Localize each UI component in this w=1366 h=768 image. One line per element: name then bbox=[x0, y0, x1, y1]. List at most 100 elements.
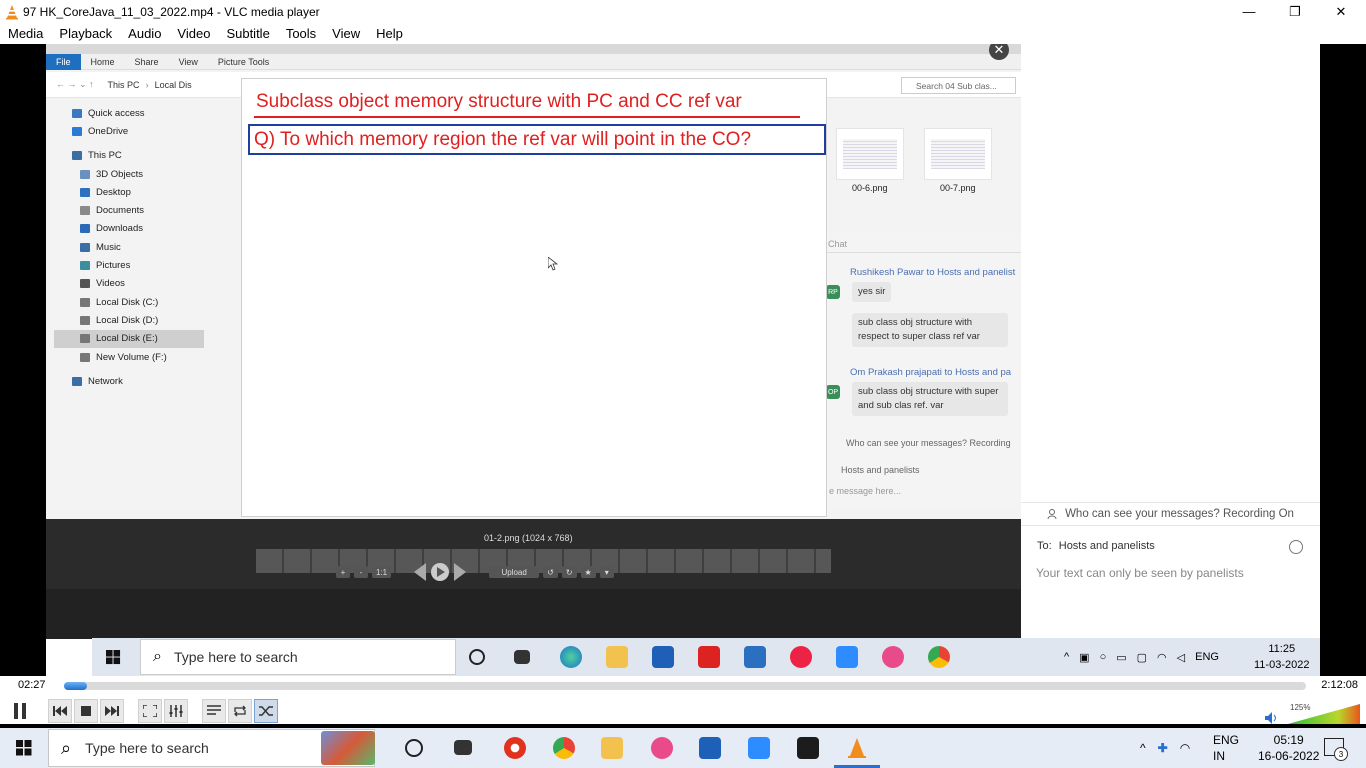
emoji-icon bbox=[1289, 540, 1303, 554]
menu-help[interactable]: Help bbox=[368, 26, 411, 41]
tray-chevron-icon[interactable]: ^ bbox=[1140, 741, 1146, 755]
video-area[interactable]: File Home Share View Picture Tools ← → ⌄… bbox=[0, 44, 1366, 676]
restore-button[interactable]: ❐ bbox=[1272, 0, 1318, 23]
recorded-search-box: ⌕ Type here to search bbox=[140, 639, 456, 675]
explorer-ribbon: File Home Share View Picture Tools bbox=[46, 53, 1021, 70]
window-title: 97 HK_CoreJava_11_03_2022.mp4 - VLC medi… bbox=[23, 4, 320, 19]
taskbar-clock[interactable]: 05:19 16-06-2022 bbox=[1258, 732, 1319, 764]
folder-icon bbox=[72, 376, 82, 386]
chrome-icon[interactable] bbox=[553, 737, 575, 759]
volume-slider[interactable] bbox=[1288, 704, 1360, 724]
fullscreen-button[interactable] bbox=[138, 699, 162, 723]
minimize-button[interactable]: — bbox=[1226, 0, 1272, 23]
tray-app-icon: ○ bbox=[1099, 651, 1107, 663]
nav-item-label: Local Disk (E:) bbox=[96, 333, 158, 345]
taskbar-language[interactable]: ENG IN bbox=[1213, 732, 1239, 764]
thumb-label-00-6: 00-6.png bbox=[852, 183, 888, 193]
zoom-icon[interactable] bbox=[748, 737, 770, 759]
nav-item-label: Local Disk (C:) bbox=[96, 296, 159, 308]
folder-icon bbox=[80, 279, 90, 289]
explorer-nav-item: Network bbox=[54, 372, 204, 390]
search-highlight-icon bbox=[321, 731, 375, 765]
gift-icon bbox=[698, 646, 720, 668]
recorded-tray: ^ ▣ ○ ▭ ▢ ◠ ◁ ENG bbox=[1064, 638, 1219, 676]
loop-icon bbox=[234, 705, 246, 717]
chrome-icon bbox=[928, 646, 950, 668]
ribbon-tab-home: Home bbox=[90, 56, 115, 67]
chat-message: yes sir bbox=[852, 282, 892, 302]
explorer-nav-item: Desktop bbox=[54, 183, 204, 201]
menu-video[interactable]: Video bbox=[169, 26, 218, 41]
chat-message: sub class obj structure with super and s… bbox=[852, 382, 1008, 416]
thumb-label-00-7: 00-7.png bbox=[940, 183, 976, 193]
zoom-icon bbox=[836, 646, 858, 668]
menu-tools[interactable]: Tools bbox=[278, 26, 324, 41]
store-icon[interactable] bbox=[699, 737, 721, 759]
loop-button[interactable] bbox=[228, 699, 252, 723]
explorer-nav-item: Local Disk (C:) bbox=[54, 293, 204, 311]
rotate-left-icon: ↺ bbox=[543, 566, 558, 578]
explorer-nav-item: Pictures bbox=[54, 256, 204, 274]
vlc-controls: 02:27 2:12:08 125% bbox=[0, 676, 1366, 724]
chat-hint: Your text can only be seen by panelists bbox=[1036, 566, 1244, 580]
next-button[interactable] bbox=[100, 699, 124, 723]
speaker-icon: ◁ bbox=[1176, 651, 1186, 664]
seek-bar[interactable] bbox=[64, 682, 1306, 690]
cortana-icon[interactable] bbox=[405, 739, 423, 757]
vlc-cone-icon bbox=[6, 4, 18, 19]
extended-settings-button[interactable] bbox=[164, 699, 188, 723]
actual-size-button: 1:1 bbox=[372, 566, 392, 578]
lang-code: ENG bbox=[1213, 733, 1240, 747]
vlc-taskbar-icon[interactable] bbox=[846, 737, 868, 759]
cortana-icon bbox=[469, 649, 485, 665]
folder-icon bbox=[72, 151, 82, 161]
recorded-search-text: Type here to search bbox=[173, 649, 298, 665]
ribbon-tab-picture-tools: Picture Tools bbox=[217, 56, 270, 67]
shuffle-button[interactable] bbox=[254, 699, 278, 723]
zoom-in-button: + bbox=[336, 566, 350, 578]
taskbar-search-box[interactable]: ⌕ Type here to search bbox=[48, 729, 375, 767]
recording-notice-text: Who can see your messages? Recording On bbox=[1065, 508, 1294, 520]
explorer-nav-item: 3D Objects bbox=[54, 165, 204, 183]
chat-sender-1: Rushikesh Pawar to Hosts and panelist bbox=[850, 267, 1016, 278]
wifi-icon: ◠ bbox=[1157, 651, 1167, 664]
current-time: 02:27 bbox=[18, 679, 46, 691]
zoom-out-button: - bbox=[354, 566, 368, 578]
mail-icon bbox=[744, 646, 766, 668]
notification-badge: 3 bbox=[1334, 747, 1348, 761]
windows-start-icon[interactable] bbox=[16, 740, 32, 756]
nav-item-label: Pictures bbox=[96, 260, 131, 272]
play-arrows-icon bbox=[395, 561, 485, 583]
explorer-nav-item: Videos bbox=[54, 275, 204, 293]
sticky-notes-icon[interactable] bbox=[797, 737, 819, 759]
task-view-icon[interactable] bbox=[454, 740, 472, 755]
network-icon[interactable]: ◠ bbox=[1180, 741, 1190, 755]
tray-display-icon: ▢ bbox=[1136, 651, 1148, 664]
slide-title-underline bbox=[254, 116, 800, 118]
playlist-button[interactable] bbox=[202, 699, 226, 723]
recorder-icon[interactable] bbox=[504, 737, 526, 759]
folder-icon bbox=[80, 315, 90, 325]
tray-add-icon[interactable]: ✚ bbox=[1158, 741, 1168, 755]
menu-playback[interactable]: Playback bbox=[51, 26, 120, 41]
windows-taskbar: ⌕ Type here to search ^ ✚ ◠ ENG IN 05:19… bbox=[0, 728, 1366, 768]
pause-button[interactable] bbox=[6, 699, 34, 723]
more-dropdown-icon: ▾ bbox=[599, 566, 614, 578]
stop-button[interactable] bbox=[74, 699, 98, 723]
explorer-nav-pane: Quick access OneDrive This PC 3D Objects Des… bbox=[54, 104, 204, 390]
volume-icon[interactable] bbox=[1265, 712, 1279, 724]
snip-icon[interactable] bbox=[651, 737, 673, 759]
previous-button[interactable] bbox=[48, 699, 72, 723]
menu-view[interactable]: View bbox=[324, 26, 368, 41]
close-button[interactable]: ✕ bbox=[1318, 0, 1364, 23]
chat-header: Chat bbox=[826, 239, 1021, 253]
file-explorer-icon[interactable] bbox=[601, 737, 623, 759]
slide-image: Subclass object memory structure with PC… bbox=[241, 78, 827, 517]
menu-audio[interactable]: Audio bbox=[120, 26, 169, 41]
menu-subtitle[interactable]: Subtitle bbox=[218, 26, 277, 41]
menu-media[interactable]: Media bbox=[0, 26, 51, 41]
nav-item-label: Documents bbox=[96, 205, 145, 217]
favorite-button: ★ bbox=[580, 566, 596, 578]
zoom-chat-panel: Who can see your messages? Recording On … bbox=[1021, 44, 1320, 639]
to-value: Hosts and panelists bbox=[1058, 540, 1155, 552]
